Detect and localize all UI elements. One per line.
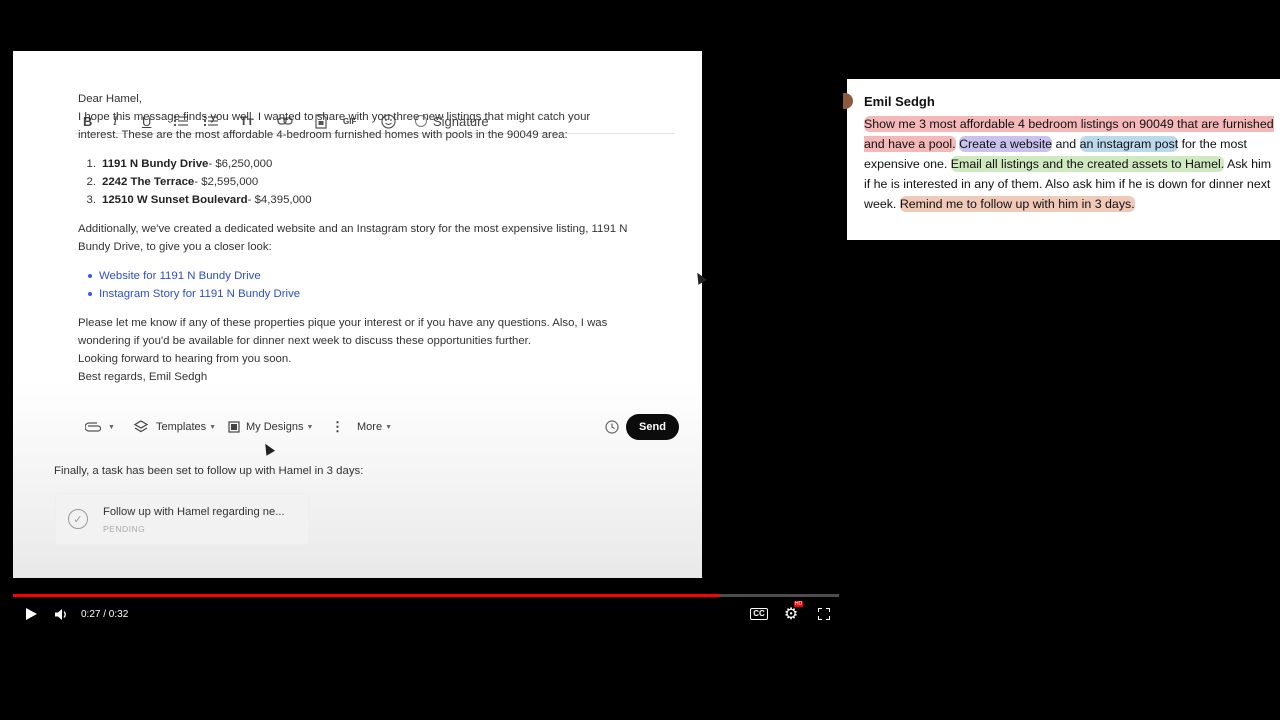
- signoff: Best regards, Emil Sedgh: [78, 371, 208, 383]
- play-button[interactable]: [22, 604, 40, 624]
- prompt-segment: Create a website: [959, 136, 1053, 152]
- listing-address: 12510 W Sunset Boulevard: [102, 194, 248, 206]
- bullet-icon: [88, 274, 92, 278]
- layers-icon: [134, 420, 148, 433]
- fullscreen-button[interactable]: [815, 604, 833, 624]
- closing-line: wondering if you'd be available for dinn…: [78, 335, 532, 347]
- greeting: Dear Hamel,: [78, 93, 142, 105]
- listing-item: 2. 2242 The Terrace - $2,595,000: [78, 173, 678, 191]
- prompt-segment: and: [1052, 137, 1080, 151]
- listing-address: 1191 N Bundy Drive: [102, 158, 209, 170]
- my-designs-dropdown[interactable]: My Designs ▼: [228, 419, 313, 435]
- intro-line: interest. These are the most affordable …: [78, 129, 568, 141]
- captions-icon: CC: [750, 608, 768, 620]
- fullscreen-icon: [818, 608, 830, 620]
- website-link[interactable]: Website for 1191 N Bundy Drive: [99, 267, 261, 285]
- followup-message: Finally, a task has been set to follow u…: [54, 465, 364, 477]
- email-body[interactable]: Dear Hamel, I hope this message finds yo…: [78, 90, 678, 386]
- task-status: PENDING: [103, 524, 146, 534]
- prompt-panel: Emil Sedgh Show me 3 most affordable 4 b…: [843, 79, 1280, 240]
- send-button[interactable]: Send: [626, 414, 679, 440]
- avatar: [843, 93, 853, 109]
- hd-badge: HD: [793, 601, 804, 607]
- control-row: 0:27 / 0:32 CC ⚙ HD: [0, 601, 847, 626]
- list-item: Instagram Story for 1191 N Bundy Drive: [78, 285, 678, 303]
- video-player[interactable]: B I U Tт GIF Signature Dear Hamel, I hop…: [0, 0, 847, 630]
- progress-fill: [13, 594, 720, 597]
- play-icon: [25, 608, 37, 620]
- chevron-down-icon: ▼: [306, 423, 314, 431]
- more-dropdown[interactable]: ⋮ More ▼: [331, 419, 392, 435]
- attach-button[interactable]: ▼: [85, 419, 115, 435]
- templates-label: Templates: [156, 421, 207, 433]
- intro-line: I hope this message finds you well. I wa…: [78, 111, 591, 123]
- closing-line: Please let me know if any of these prope…: [78, 317, 608, 329]
- my-designs-label: My Designs: [246, 421, 304, 433]
- listing-price: - $4,395,000: [247, 194, 312, 206]
- paperclip-icon: [85, 422, 101, 432]
- listing-price: - $2,595,000: [194, 176, 259, 188]
- bullet-icon: [88, 292, 92, 296]
- listing-price: - $6,250,000: [208, 158, 273, 170]
- list-item: Website for 1191 N Bundy Drive: [78, 267, 678, 285]
- volume-icon: [54, 608, 66, 620]
- gear-icon: ⚙ HD: [783, 601, 804, 623]
- task-card[interactable]: ✓ Follow up with Hamel regarding ne... P…: [55, 493, 309, 545]
- player-controls: 0:27 / 0:32 CC ⚙ HD: [0, 594, 847, 630]
- more-label: More: [357, 421, 383, 433]
- listing-item: 3. 12510 W Sunset Boulevard - $4,395,000: [78, 191, 678, 209]
- video-frame: B I U Tт GIF Signature Dear Hamel, I hop…: [13, 51, 702, 578]
- task-title: Follow up with Hamel regarding ne...: [103, 506, 285, 518]
- chevron-down-icon: ▼: [108, 423, 115, 431]
- prompt-segment: an instagram post: [1079, 136, 1179, 152]
- captions-button[interactable]: CC: [750, 604, 768, 624]
- volume-button[interactable]: [52, 604, 70, 624]
- templates-dropdown[interactable]: Templates ▼: [134, 419, 216, 435]
- settings-button[interactable]: ⚙ HD: [782, 601, 804, 624]
- prompt-segment: Remind me to follow up with him in 3 day…: [899, 196, 1135, 212]
- chevron-down-icon: ▼: [385, 423, 392, 431]
- prompt-segment: Email all listings and the created asset…: [950, 156, 1225, 172]
- prompt-text: Show me 3 most affordable 4 bedroom list…: [864, 114, 1276, 214]
- progress-bar[interactable]: [13, 594, 839, 597]
- listing-address: 2242 The Terrace: [102, 176, 195, 188]
- chevron-down-icon: ▼: [209, 423, 217, 431]
- prompt-author: Emil Sedgh: [864, 94, 935, 109]
- listing-item: 1. 1191 N Bundy Drive - $6,250,000: [78, 155, 678, 173]
- additional-line: Bundy Drive, to give you a closer look:: [78, 241, 272, 253]
- additional-line: Additionally, we've created a dedicated …: [78, 223, 628, 235]
- designs-icon: [228, 421, 240, 433]
- schedule-clock-icon[interactable]: [605, 419, 619, 435]
- kebab-icon: ⋮: [331, 419, 344, 434]
- time-display: 0:27 / 0:32: [81, 608, 129, 620]
- closing-line: Looking forward to hearing from you soon…: [78, 353, 292, 365]
- instagram-story-link[interactable]: Instagram Story for 1191 N Bundy Drive: [99, 285, 300, 303]
- check-circle-icon[interactable]: ✓: [68, 509, 88, 529]
- compose-action-bar: ▼ Templates ▼ My Designs ▼ ⋮ More ▼ Send: [65, 411, 679, 443]
